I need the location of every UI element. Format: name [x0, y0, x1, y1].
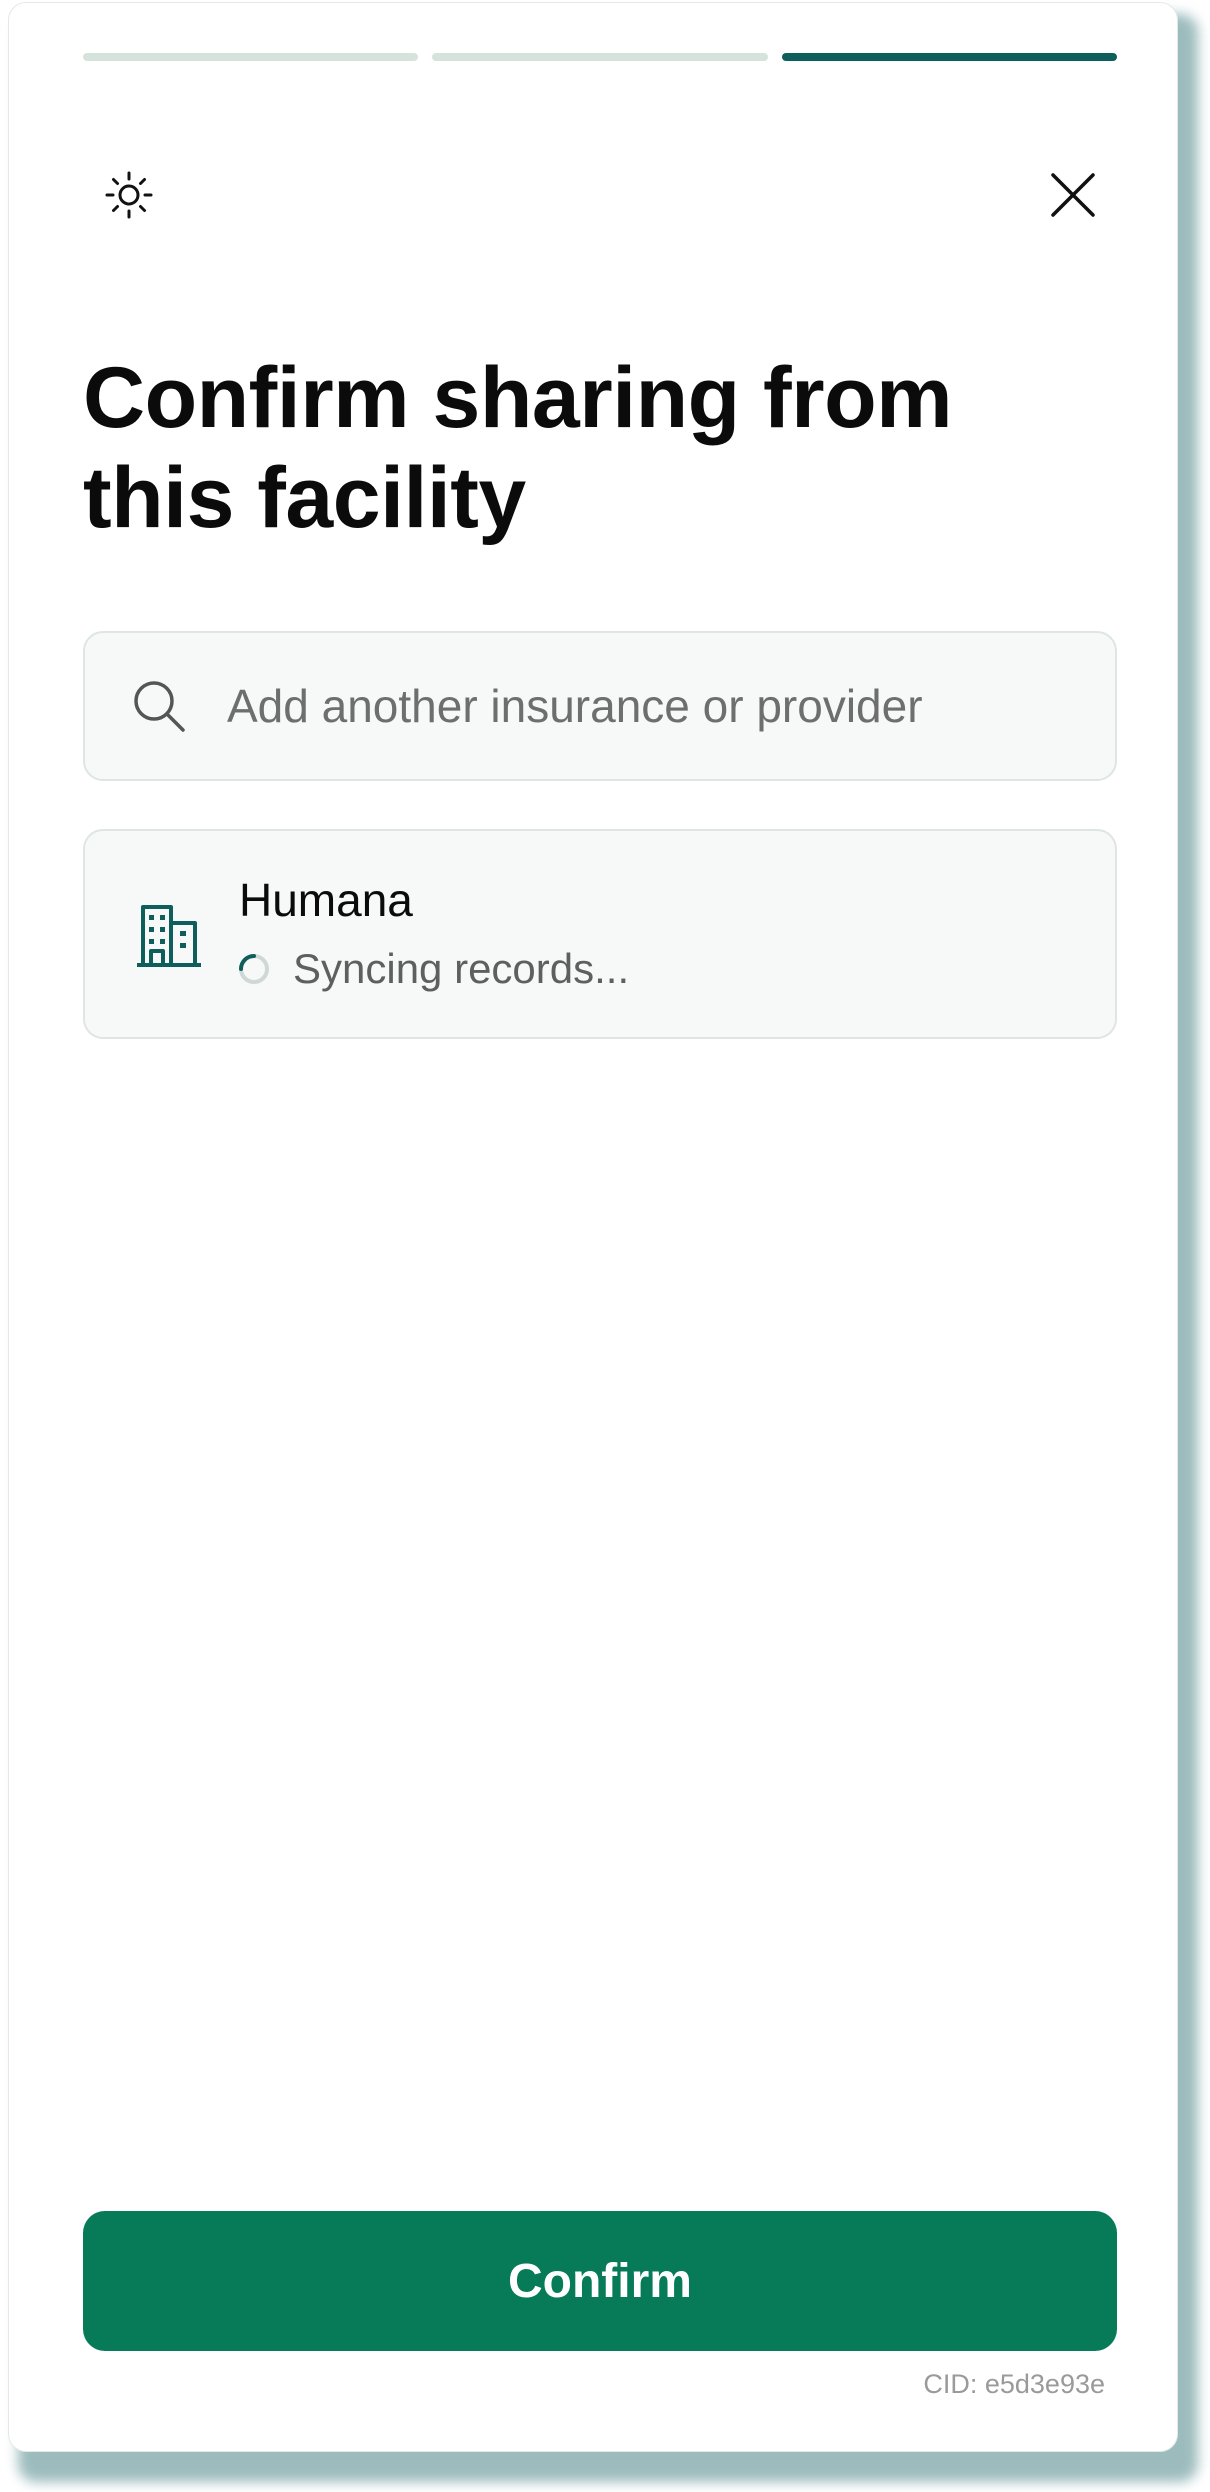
building-icon	[137, 905, 201, 967]
provider-search-input[interactable]	[227, 679, 1047, 733]
provider-search-box[interactable]	[83, 631, 1117, 781]
page-title: Confirm sharing from this facility	[83, 350, 953, 546]
close-icon	[1051, 173, 1095, 217]
progress-step-1	[83, 53, 419, 61]
provider-name: Humana	[239, 874, 413, 926]
step-progress-bar	[83, 53, 1117, 63]
loading-spinner-icon	[239, 954, 269, 984]
dialog-card: Confirm sharing from this facility Add a…	[8, 2, 1178, 2452]
close-button[interactable]	[1041, 163, 1105, 227]
cid-label: CID: e5d3e93e	[923, 2369, 1105, 2399]
sync-status: Syncing records...	[237, 945, 629, 993]
theme-toggle-button[interactable]	[97, 163, 161, 227]
search-icon	[129, 676, 189, 736]
progress-step-2	[432, 53, 768, 61]
sync-status-text: Syncing records...	[293, 945, 630, 992]
provider-card-humana: Humana Syncing records...	[83, 829, 1117, 1039]
progress-step-3	[781, 53, 1117, 61]
confirm-button[interactable]: Confirm	[83, 2211, 1117, 2351]
sun-icon	[105, 171, 153, 219]
